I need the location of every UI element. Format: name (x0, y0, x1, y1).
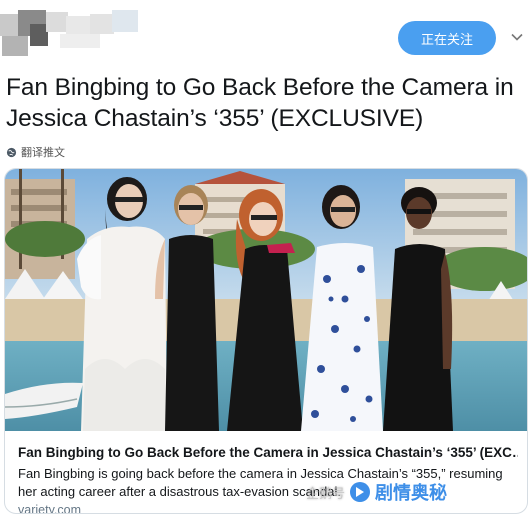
article-photo (5, 169, 527, 431)
globe-icon (6, 147, 17, 157)
following-button[interactable]: 正在关注 (398, 21, 496, 55)
card-title: Fan Bingbing to Go Back Before the Camer… (18, 445, 518, 460)
blurred-avatar[interactable] (0, 6, 150, 58)
following-button-label: 正在关注 (420, 32, 473, 48)
watermark-prefix: 企鹅号 (306, 486, 346, 502)
translate-label: 翻译推文 (21, 146, 65, 159)
brand-logo-icon (350, 482, 371, 502)
card-domain: variety.com (18, 503, 81, 514)
watermark-brand: 剧情奥秘 (375, 483, 448, 504)
translate-tweet-link[interactable]: 翻译推文 (6, 144, 65, 160)
chevron-down-icon[interactable] (510, 30, 524, 44)
watermark: 企鹅号 剧情奥秘 (306, 478, 447, 506)
tweet-text: Fan Bingbing to Go Back Before the Camer… (6, 74, 514, 132)
link-card[interactable]: Fan Bingbing to Go Back Before the Camer… (4, 168, 528, 514)
